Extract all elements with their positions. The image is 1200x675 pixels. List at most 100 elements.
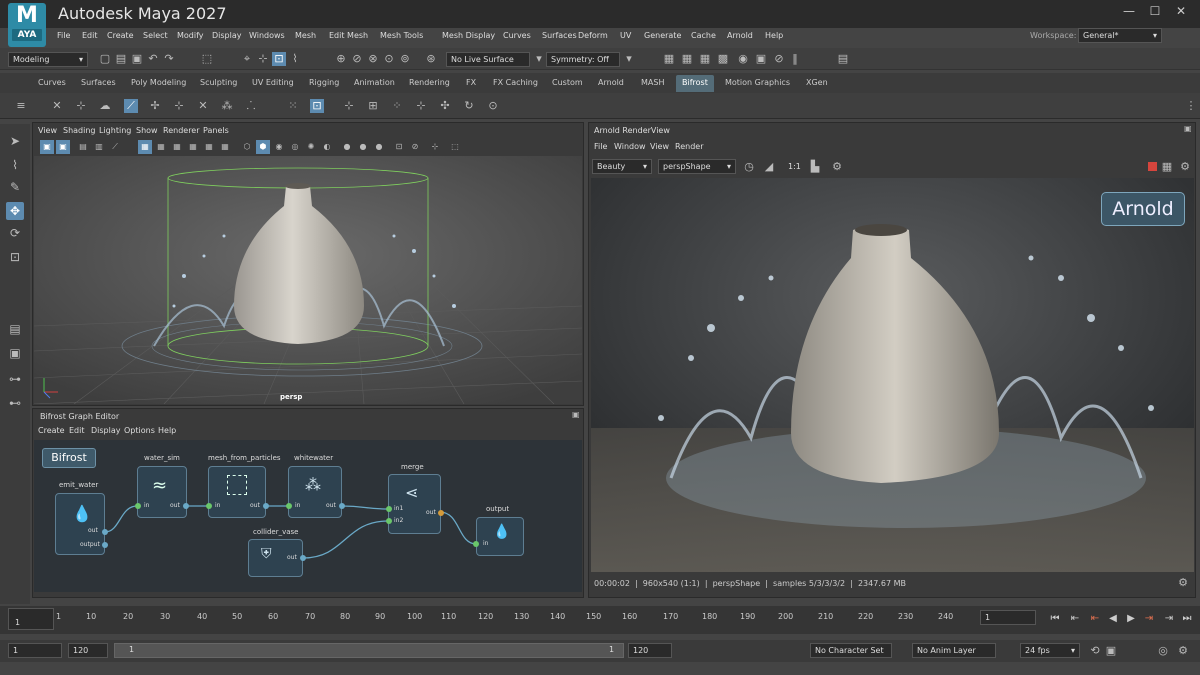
character-set-dropdown[interactable]: No Character Set xyxy=(810,643,892,658)
port-in1-merge[interactable] xyxy=(386,506,392,512)
step-forward-key-icon[interactable]: ⇥ xyxy=(1162,612,1176,626)
sound-icon[interactable]: ▣ xyxy=(1104,644,1118,658)
shield-icon: ⛨ xyxy=(261,546,272,562)
gear-icon[interactable]: ⚙ xyxy=(1178,160,1192,174)
chevron-down-icon: ▾ xyxy=(726,162,731,171)
render-view-title: Arnold RenderView xyxy=(594,126,670,135)
go-to-start-icon[interactable]: ⏮ xyxy=(1048,612,1062,626)
panel-toggle-icon[interactable]: ▣ xyxy=(1184,124,1192,133)
tick-label: 130 xyxy=(514,612,530,621)
water-drop-icon: 💧 xyxy=(72,504,92,523)
port-out-mesh[interactable] xyxy=(263,503,269,509)
render-image[interactable]: Arnold xyxy=(591,178,1194,572)
tick-label: 110 xyxy=(441,612,457,621)
port-in-output[interactable] xyxy=(473,541,479,547)
port-in-water-sim[interactable] xyxy=(135,503,141,509)
step-back-icon[interactable]: ⇤ xyxy=(1088,612,1102,626)
chevron-down-icon: ▾ xyxy=(1070,646,1075,655)
port-in2-merge[interactable] xyxy=(386,518,392,524)
start-frame-value: 1 xyxy=(13,646,19,655)
gear-icon[interactable]: ⚙ xyxy=(1176,576,1190,590)
port-label-in1: in1 xyxy=(394,505,404,512)
tick-label: 40 xyxy=(197,612,208,621)
anim-start-field[interactable]: 120 xyxy=(68,643,108,658)
go-to-end-icon[interactable]: ⏭ xyxy=(1180,612,1194,626)
port-out-collider[interactable] xyxy=(300,555,306,561)
node-output[interactable]: 💧 xyxy=(476,517,524,556)
tick-label: 120 xyxy=(478,612,494,621)
node-title-output: output xyxy=(486,505,510,513)
node-title-water-sim: water_sim xyxy=(144,454,180,462)
step-forward-icon[interactable]: ⇥ xyxy=(1142,612,1156,626)
node-title-collider-vase: collider_vase xyxy=(253,528,299,536)
clock-icon[interactable]: ◷ xyxy=(742,160,756,174)
tick-label: 50 xyxy=(232,612,243,621)
port-label-out: out xyxy=(287,554,297,561)
auto-key-icon[interactable]: ◎ xyxy=(1156,644,1170,658)
end-frame-field[interactable]: 120 xyxy=(628,643,672,658)
rv-menu-render[interactable]: Render xyxy=(675,142,703,151)
node-title-merge: merge xyxy=(401,463,424,471)
anim-layer-value: No Anim Layer xyxy=(917,646,976,655)
gear-icon[interactable]: ⚙ xyxy=(830,160,844,174)
tick-label: 170 xyxy=(663,612,679,621)
tick-label: 230 xyxy=(898,612,914,621)
node-water-sim[interactable]: ≈ xyxy=(137,466,187,518)
play-forward-icon[interactable]: ▶ xyxy=(1124,612,1138,626)
aov-dropdown[interactable]: Beauty ▾ xyxy=(592,159,652,174)
slider-start-value: 1 xyxy=(129,645,135,654)
tick-label: 20 xyxy=(123,612,134,621)
port-label-in: in xyxy=(144,502,150,509)
node-mesh-from-particles[interactable] xyxy=(208,466,266,518)
stop-render-icon[interactable] xyxy=(1148,162,1157,171)
port-out-water-sim[interactable] xyxy=(183,503,189,509)
tick-label: 190 xyxy=(740,612,756,621)
rv-menu-view[interactable]: View xyxy=(650,142,669,151)
start-frame-field[interactable]: 1 xyxy=(8,643,62,658)
port-out-emit-water[interactable] xyxy=(102,529,108,535)
aov-value: Beauty xyxy=(597,162,626,171)
port-label-output: output xyxy=(80,541,100,548)
range-slider[interactable]: 1 1 xyxy=(114,643,624,658)
node-title-mesh-from-particles: mesh_from_particles xyxy=(208,454,281,462)
histogram-icon[interactable]: ▙ xyxy=(808,160,822,174)
render-camera-value: perspShape xyxy=(663,162,711,171)
play-back-icon[interactable]: ◀ xyxy=(1106,612,1120,626)
node-whitewater[interactable]: ⁂ xyxy=(288,466,342,518)
node-merge[interactable]: ⋖ xyxy=(388,474,441,534)
rv-menu-window[interactable]: Window xyxy=(614,142,646,151)
port-in-whitewater[interactable] xyxy=(286,503,292,509)
port-output-emit-water[interactable] xyxy=(102,542,108,548)
tick-label: 140 xyxy=(550,612,566,621)
render-scene xyxy=(591,178,1194,572)
zoom-ratio[interactable]: 1:1 xyxy=(788,162,801,171)
fps-dropdown[interactable]: 24 fps ▾ xyxy=(1020,643,1080,658)
tick-label: 100 xyxy=(407,612,423,621)
fps-value: 24 fps xyxy=(1025,646,1050,655)
wave-icon: ≈ xyxy=(152,475,168,496)
current-frame-box[interactable]: 1 xyxy=(8,608,54,630)
merge-icon: ⋖ xyxy=(405,483,419,502)
arnold-badge: Arnold xyxy=(1101,192,1185,226)
tick-label: 1 xyxy=(56,612,62,621)
rv-menu-file[interactable]: File xyxy=(594,142,607,151)
exposure-icon[interactable]: ◢ xyxy=(762,160,776,174)
loop-icon[interactable]: ⟲ xyxy=(1088,644,1102,658)
preferences-icon[interactable]: ⚙ xyxy=(1176,644,1190,658)
node-title-emit-water: emit_water xyxy=(59,481,99,489)
anim-start-value: 120 xyxy=(73,646,89,655)
anim-layer-dropdown[interactable]: No Anim Layer xyxy=(912,643,996,658)
dotted-square-icon xyxy=(227,475,247,495)
port-label-in2: in2 xyxy=(394,517,404,524)
grid-icon[interactable]: ▦ xyxy=(1160,160,1174,174)
render-camera-dropdown[interactable]: perspShape ▾ xyxy=(658,159,736,174)
slider-end-value: 1 xyxy=(609,645,615,654)
port-label-out: out xyxy=(170,502,180,509)
port-out-whitewater[interactable] xyxy=(339,503,345,509)
port-out-merge[interactable] xyxy=(438,510,444,516)
port-in-mesh[interactable] xyxy=(206,503,212,509)
tick-label: 10 xyxy=(86,612,97,621)
frame-field[interactable]: 1 xyxy=(980,610,1036,625)
step-back-key-icon[interactable]: ⇤ xyxy=(1068,612,1082,626)
chevron-down-icon: ▾ xyxy=(642,162,647,171)
